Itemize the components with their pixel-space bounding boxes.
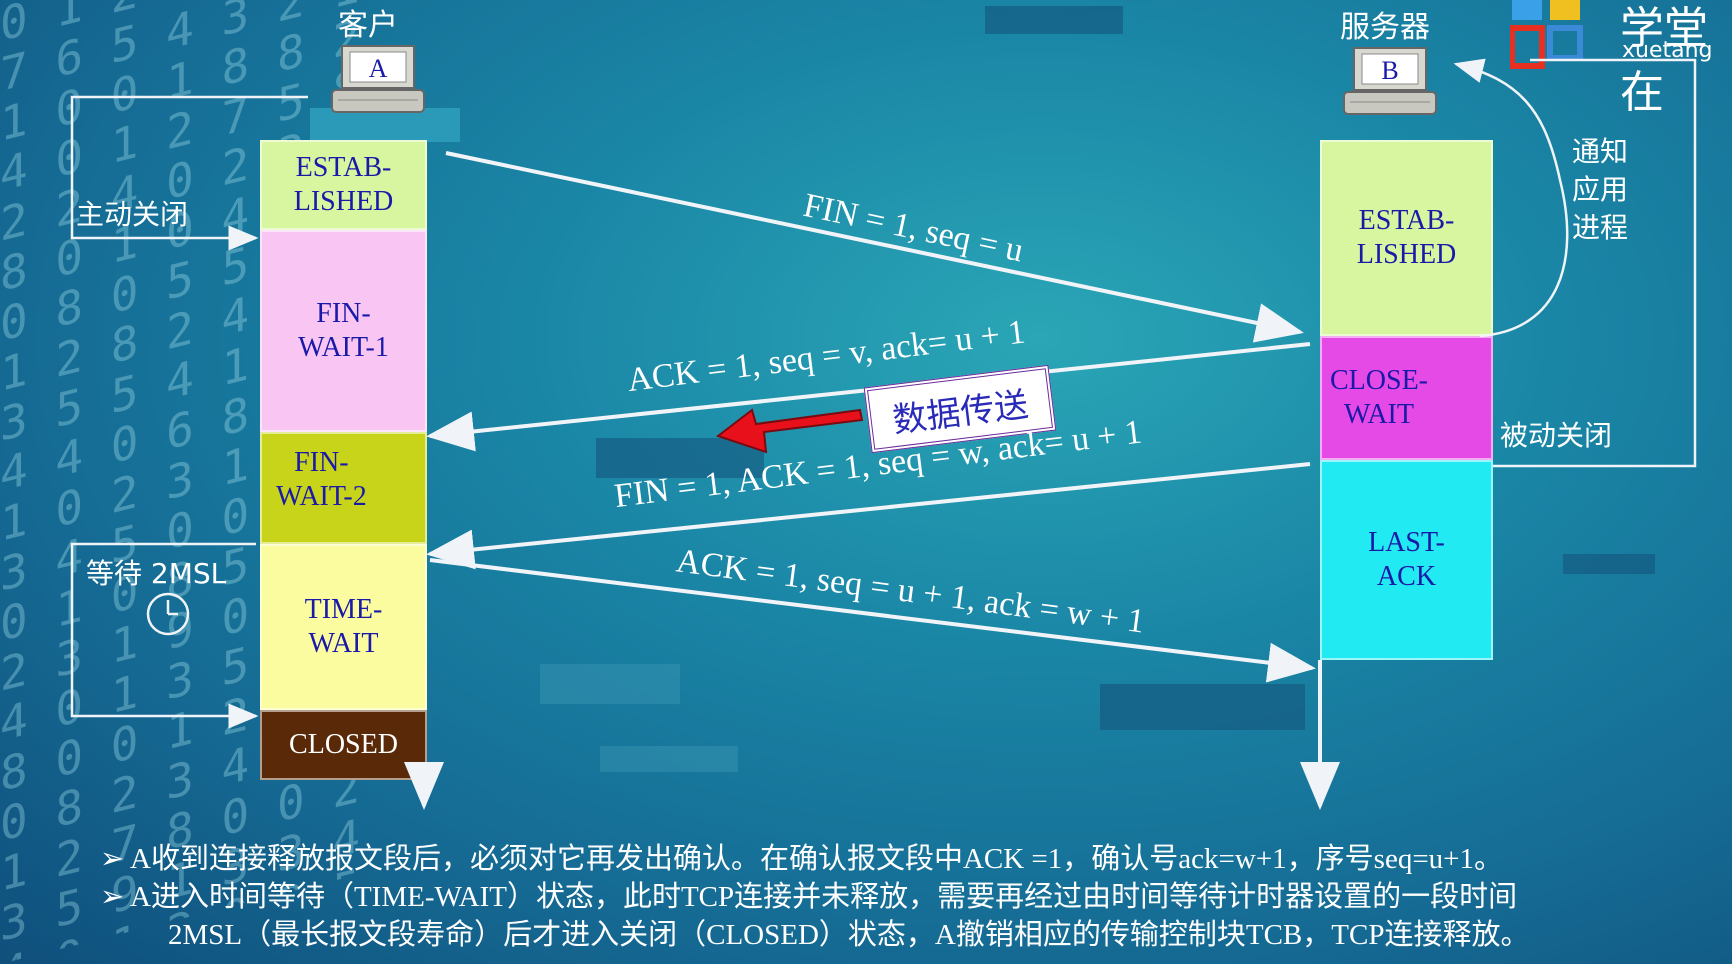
clock-icon — [146, 592, 190, 636]
bullet-item: ➢ A进入时间等待（TIME-WAIT）状态，此时TCP连接并未释放，需要再经过由… — [100, 878, 1529, 916]
bullet-text: A收到连接释放报文段后，必须对它再发出确认。在确认报文段中ACK =1，确认号a… — [130, 843, 1504, 875]
bullet-text: A进入时间等待（TIME-WAIT）状态，此时TCP连接并未释放，需要再经过由时… — [130, 881, 1518, 913]
notify-label-1: 通知 — [1572, 135, 1629, 168]
bullet-text: 2MSL（最长报文段寿命）后才进入关闭（CLOSED）状态，A撤销相应的传输控制… — [168, 919, 1530, 951]
notify-label-2: 应用 — [1572, 173, 1629, 206]
passive-close-label: 被动关闭 — [1500, 419, 1613, 452]
arrow-fin-1 — [445, 151, 1304, 343]
bullet-arrow-icon: ➢ — [100, 881, 125, 913]
bullet-list: ➢ A收到连接释放报文段后，必须对它再发出确认。在确认报文段中ACK =1，确认号… — [100, 840, 1529, 954]
bullet-item: ➢ A收到连接释放报文段后，必须对它再发出确认。在确认报文段中ACK =1，确认号… — [100, 840, 1529, 878]
bullet-arrow-icon: ➢ — [100, 843, 125, 875]
bullet-item: 2MSL（最长报文段寿命）后才进入关闭（CLOSED）状态，A撤销相应的传输控制… — [168, 916, 1529, 954]
wait-2msl-label: 等待 2MSL — [86, 557, 227, 590]
active-close-label: 主动关闭 — [76, 198, 189, 231]
notify-label-3: 进程 — [1572, 211, 1629, 244]
red-arrow-icon — [715, 408, 864, 454]
